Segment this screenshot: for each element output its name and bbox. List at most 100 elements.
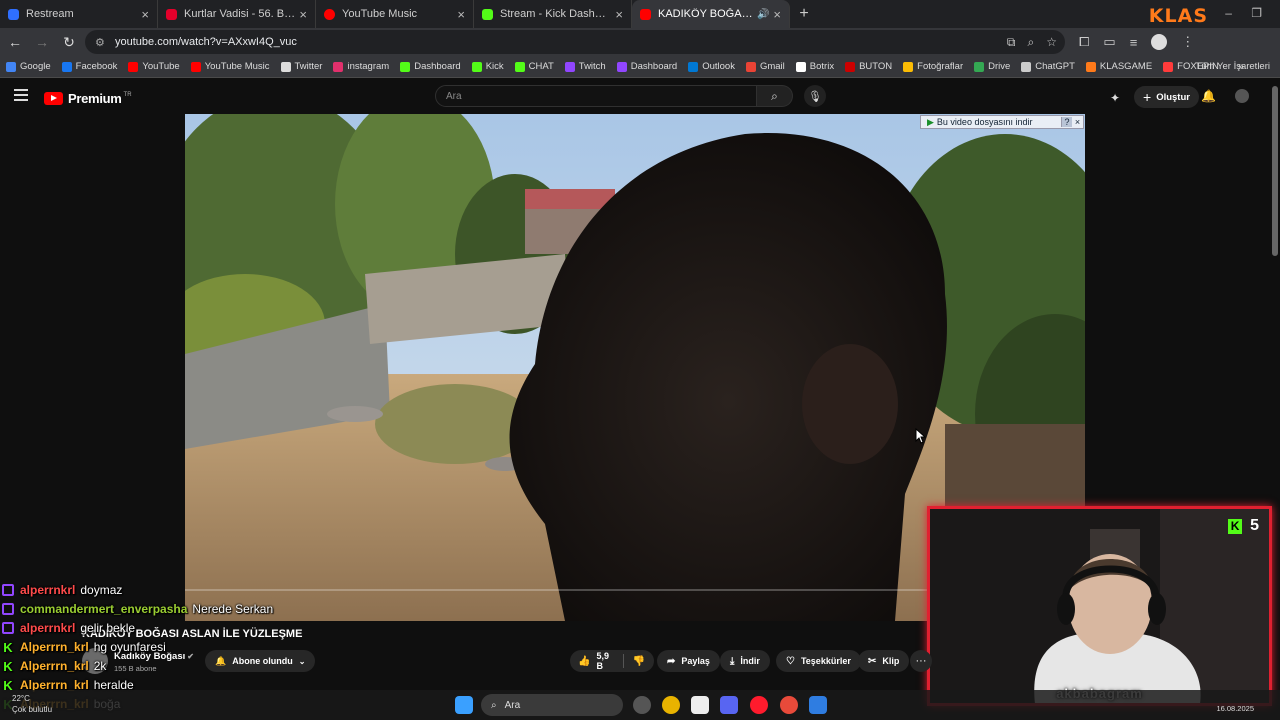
chrome-icon[interactable] xyxy=(662,696,680,714)
cast-tab-icon[interactable]: ▭ xyxy=(1103,34,1115,50)
chat-text: 2k xyxy=(93,659,107,673)
bookmark-favicon-icon xyxy=(128,61,139,72)
url-bar[interactable]: ⚙ youtube.com/watch?v=AXxwI4Q_vuc ⧉ ⌕ ☆ xyxy=(85,30,1065,54)
tab-kurtlar-vadisi[interactable]: Kurtlar Vadisi - 56. Bölüm FULL × xyxy=(158,0,316,28)
media-controls-icon[interactable]: ≡ xyxy=(1130,35,1138,50)
tab-restream[interactable]: Restream × xyxy=(0,0,158,28)
taskbar-date: 16.08.2025 xyxy=(1216,704,1254,713)
tab-youtube-music[interactable]: YouTube Music × xyxy=(316,0,474,28)
discord-icon[interactable] xyxy=(720,696,738,714)
bookmark-label: Dashboard xyxy=(630,61,678,72)
clip-button[interactable]: ✂ Klip xyxy=(858,650,910,672)
share-label: Paylaş xyxy=(681,656,710,666)
subscribed-button[interactable]: 🔔 Abone olundu ⌄ xyxy=(205,650,316,672)
back-button[interactable]: ← xyxy=(3,30,27,54)
chat-username: alperrnkrl xyxy=(20,583,76,597)
reload-button[interactable]: ↻ xyxy=(57,30,81,54)
zoom-icon[interactable]: ⌕ xyxy=(1028,35,1035,50)
bookmark-item[interactable]: Outlook xyxy=(688,61,735,72)
bookmark-item[interactable]: ChatGPT xyxy=(1021,61,1075,72)
window-controls[interactable]: – ❐ xyxy=(1225,6,1270,20)
close-icon[interactable]: × xyxy=(141,7,149,22)
guide-menu-icon[interactable] xyxy=(14,89,28,101)
notifications-bell-icon[interactable]: 🔔 xyxy=(1201,89,1216,103)
dislike-button[interactable]: 👎 xyxy=(624,656,654,667)
share-button[interactable]: ➦ Paylaş xyxy=(657,650,720,672)
weather-widget[interactable]: 22°C Çok bulutlu xyxy=(12,693,52,715)
bookmark-star-icon[interactable]: ☆ xyxy=(1046,35,1057,50)
speaker-icon[interactable]: 🔊 xyxy=(757,9,769,20)
chat-message: alperrnkrl doymaz xyxy=(2,581,122,599)
chat-message: K Alperrrn_krl hg oyunfaresi xyxy=(2,638,165,656)
taskbar-search[interactable]: ⌕ Ara xyxy=(481,694,623,716)
site-info-icon[interactable]: ⚙ xyxy=(95,36,107,49)
install-icon[interactable]: ⧉ xyxy=(1007,35,1016,50)
obs-icon[interactable] xyxy=(633,696,651,714)
extension-icon[interactable]: ✦ xyxy=(1110,91,1120,105)
close-icon[interactable]: × xyxy=(457,7,465,22)
bell-icon: 🔔 xyxy=(215,655,227,666)
bookmark-item[interactable]: KLASGAME xyxy=(1085,61,1152,72)
settings-app-icon[interactable] xyxy=(809,696,827,714)
bookmark-item[interactable]: instagram xyxy=(333,61,389,72)
verified-check-icon: ✔ xyxy=(187,652,194,661)
create-button[interactable]: + Oluştur xyxy=(1134,86,1199,108)
bookmark-item[interactable]: Google xyxy=(6,61,51,72)
search-input[interactable]: Ara xyxy=(435,85,757,107)
download-button[interactable]: ⤓ İndir xyxy=(720,650,770,672)
chat-message: alperrnkrl gelir bekle xyxy=(2,619,135,637)
youtube-premium-logo[interactable]: Premium TR xyxy=(44,91,132,106)
extensions-icon[interactable]: ⧠ xyxy=(1079,34,1089,50)
new-tab-button[interactable]: + xyxy=(790,0,818,28)
bookmark-item[interactable]: Gmail xyxy=(745,61,785,72)
page-scrollbar[interactable] xyxy=(1272,86,1278,256)
forward-button[interactable]: → xyxy=(30,30,54,54)
like-button[interactable]: 👍 5,9 B xyxy=(570,651,624,671)
bookmark-item[interactable]: YouTube Music xyxy=(190,61,270,72)
bookmark-item[interactable]: Dashboard xyxy=(400,61,461,72)
bookmark-item[interactable]: YouTube xyxy=(128,61,180,72)
capture-app-icon[interactable] xyxy=(691,696,709,714)
close-icon[interactable]: × xyxy=(299,7,307,22)
account-avatar[interactable] xyxy=(1235,89,1249,103)
voice-search-button[interactable]: 🎙 xyxy=(804,85,826,107)
bookmark-item[interactable]: Facebook xyxy=(61,61,117,72)
opera-icon[interactable] xyxy=(750,696,768,714)
bookmark-item[interactable]: Botrix xyxy=(795,61,834,72)
download-video-banner[interactable]: ▶ Bu video dosyasını indir ? × xyxy=(920,115,1084,129)
search-button[interactable]: ⌕ xyxy=(757,85,793,107)
windows-start-icon[interactable] xyxy=(455,696,473,714)
chat-message: commandermert_enverpasha Nerede Serkan xyxy=(2,600,273,618)
bookmark-item[interactable]: Fotoğraflar xyxy=(903,61,963,72)
tab-kick-dashboard[interactable]: Stream - Kick Dashboard × xyxy=(474,0,632,28)
profile-avatar[interactable] xyxy=(1151,34,1168,50)
tab-active-video[interactable]: KADIKÖY BOĞASI ASLAN İL 🔊 × xyxy=(632,0,790,28)
more-actions-button[interactable]: ··· xyxy=(910,650,932,672)
bookmark-favicon-icon xyxy=(280,61,291,72)
bookmark-item[interactable]: Twitter xyxy=(280,61,322,72)
screen: Restream × Kurtlar Vadisi - 56. Bölüm FU… xyxy=(0,0,1280,720)
thanks-button[interactable]: ♡ Teşekkürler xyxy=(776,650,861,672)
close-icon[interactable]: × xyxy=(615,7,623,22)
bookmark-item[interactable]: Twitch xyxy=(564,61,606,72)
bookmark-item[interactable]: BUTON xyxy=(845,61,892,72)
create-label: Oluştur xyxy=(1156,91,1190,103)
bookmark-item[interactable]: Drive xyxy=(974,61,1010,72)
video-progress-bar[interactable] xyxy=(185,589,927,591)
download-label: İndir xyxy=(740,656,760,666)
bookmark-label: Fotoğraflar xyxy=(917,61,964,72)
bookmark-favicon-icon xyxy=(1085,61,1096,72)
bookmark-label: instagram xyxy=(347,61,390,72)
menu-kebab-icon[interactable]: ⋮ xyxy=(1181,34,1194,50)
all-bookmarks-folder[interactable]: Tüm Yer İşaretleri xyxy=(1196,61,1270,72)
help-icon[interactable]: ? xyxy=(1061,117,1072,127)
bookmark-item[interactable]: Kick xyxy=(471,61,504,72)
search-icon: ⌕ xyxy=(771,88,778,103)
bookmark-item[interactable]: CHAT xyxy=(514,61,554,72)
close-icon[interactable]: × xyxy=(773,7,781,22)
bookmark-label: Outlook xyxy=(702,61,735,72)
close-icon[interactable]: × xyxy=(1072,117,1083,127)
search-icon: ⌕ xyxy=(491,699,497,711)
restream-app-icon[interactable] xyxy=(780,696,798,714)
bookmark-item[interactable]: Dashboard xyxy=(616,61,678,72)
